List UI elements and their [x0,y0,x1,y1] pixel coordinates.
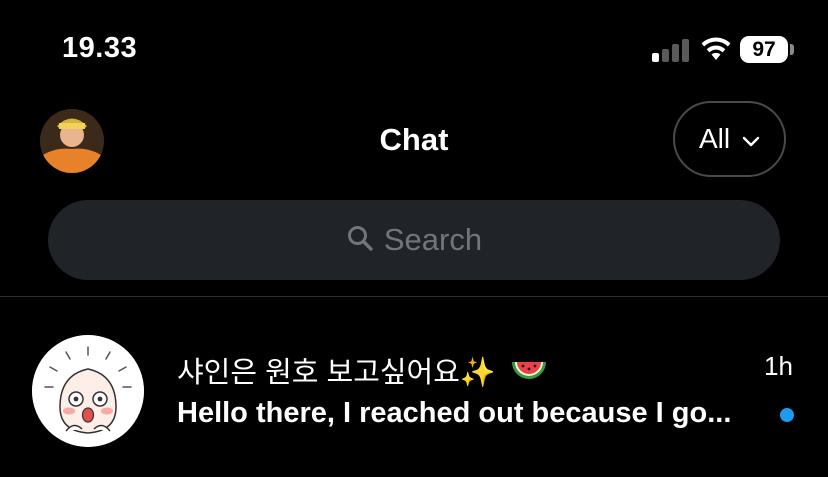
battery-level: 97 [740,36,788,63]
search-input[interactable]: Search [48,200,780,280]
search-placeholder: Search [383,222,483,257]
unread-indicator [780,408,794,422]
wifi-icon [698,34,734,67]
conversation-timestamp: 1h [764,351,793,381]
conversation-item[interactable]: 샤인은 원호 보고싶어요✨ 1h Hello there, I reached … [0,297,828,477]
status-time: 19.33 [62,32,138,64]
watermelon-icon [510,358,548,394]
chevron-down-icon [742,123,760,155]
battery-indicator: 97 [740,36,794,63]
conversation-name: 샤인은 원호 보고싶어요✨ [177,349,548,394]
filter-label: All [698,123,731,154]
filter-dropdown[interactable]: All [673,101,786,177]
message-preview: Hello there, I reached out because I go.… [177,397,732,429]
search-icon [346,224,374,257]
conversation-name-text: 샤인은 원호 보고싶어요✨ [177,357,497,389]
conversation-avatar [32,335,144,447]
battery-cap [790,44,794,55]
chat-header: Chat All [0,100,828,185]
signal-icon [652,38,692,62]
status-bar: 19.33 97 [0,0,828,100]
